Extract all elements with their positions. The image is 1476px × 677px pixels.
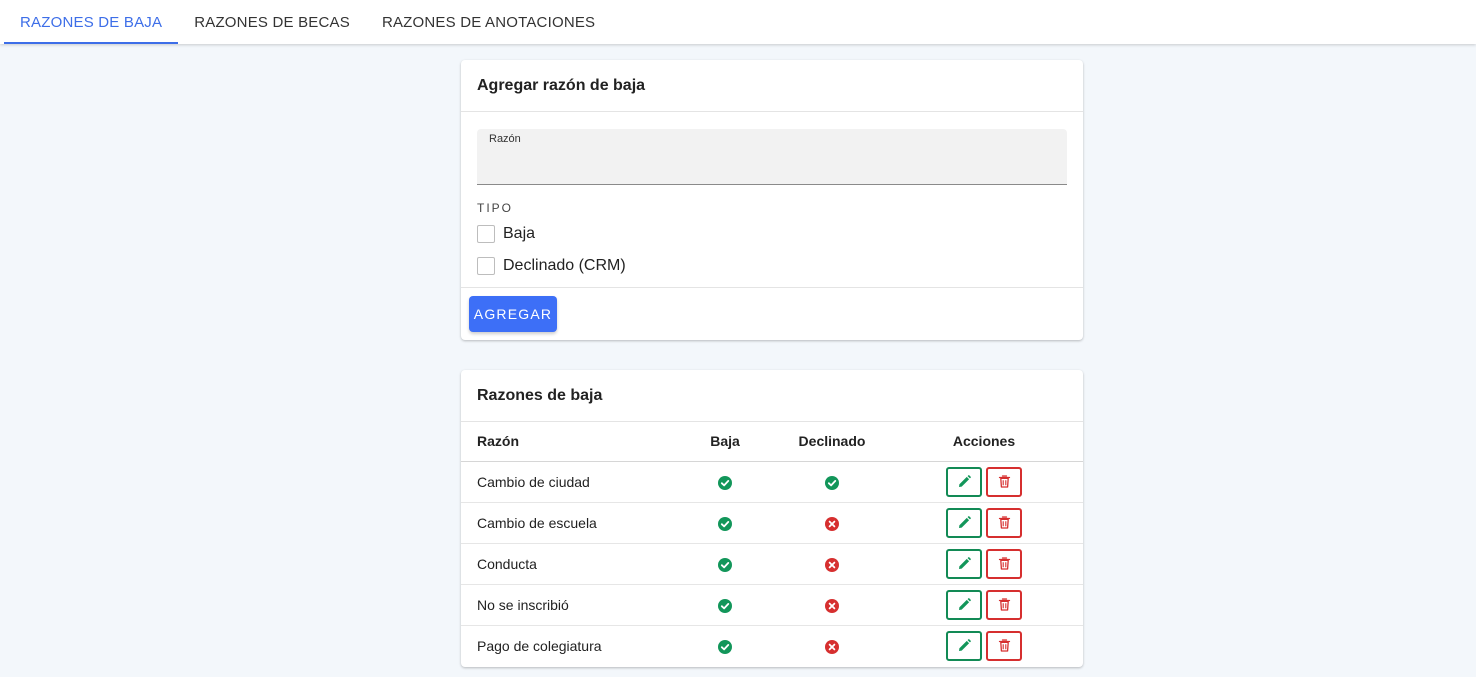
table-row: Conducta bbox=[461, 543, 1083, 585]
declinado-option-label: Declinado (CRM) bbox=[503, 257, 626, 274]
add-reason-card: Agregar razón de baja Razón TIPO Baja De… bbox=[461, 60, 1083, 340]
check-circle-icon bbox=[718, 516, 732, 531]
pencil-icon bbox=[958, 598, 971, 611]
edit-button[interactable] bbox=[946, 466, 982, 497]
reasons-list-title: Razones de baja bbox=[461, 370, 1083, 422]
edit-button[interactable] bbox=[946, 630, 982, 661]
table-row: Cambio de escuela bbox=[461, 502, 1083, 544]
agregar-button[interactable]: AGREGAR bbox=[469, 296, 557, 332]
row-baja-cell bbox=[671, 502, 779, 544]
pencil-icon bbox=[958, 475, 971, 488]
column-header-declinado: Declinado bbox=[779, 422, 885, 462]
row-razon: Conducta bbox=[461, 543, 671, 585]
delete-button[interactable] bbox=[986, 507, 1022, 538]
tab-bar: RAZONES DE BAJA RAZONES DE BECAS RAZONES… bbox=[0, 0, 1476, 44]
razon-field[interactable]: Razón bbox=[477, 129, 1067, 185]
tab-razones-de-baja[interactable]: RAZONES DE BAJA bbox=[4, 0, 179, 44]
pencil-icon bbox=[958, 516, 971, 529]
column-header-acciones: Acciones bbox=[885, 422, 1083, 462]
column-header-razon: Razón bbox=[461, 422, 671, 462]
declinado-option[interactable]: Declinado (CRM) bbox=[477, 257, 626, 275]
x-circle-icon bbox=[825, 639, 839, 654]
table-row: No se inscribió bbox=[461, 584, 1083, 626]
reasons-list-card: Razones de baja Razón Baja Declinado Acc… bbox=[461, 370, 1083, 667]
check-circle-icon bbox=[718, 557, 732, 572]
declinado-checkbox[interactable] bbox=[477, 257, 495, 275]
trash-icon bbox=[998, 557, 1011, 570]
reasons-table: Razón Baja Declinado Acciones Cambio de … bbox=[461, 422, 1083, 666]
tipo-label: TIPO bbox=[477, 201, 514, 215]
row-baja-cell bbox=[671, 461, 779, 503]
row-declinado-cell bbox=[779, 502, 885, 544]
trash-icon bbox=[998, 475, 1011, 488]
row-razon: No se inscribió bbox=[461, 584, 671, 626]
check-circle-icon bbox=[718, 598, 732, 613]
card-actions-divider bbox=[461, 287, 1083, 288]
x-circle-icon bbox=[825, 516, 839, 531]
row-actions-cell bbox=[885, 543, 1083, 585]
baja-checkbox[interactable] bbox=[477, 225, 495, 243]
pencil-icon bbox=[958, 557, 971, 570]
row-actions-cell bbox=[885, 625, 1083, 666]
table-row: Cambio de ciudad bbox=[461, 461, 1083, 503]
razon-input[interactable] bbox=[489, 151, 1049, 177]
row-declinado-cell bbox=[779, 625, 885, 666]
row-baja-cell bbox=[671, 543, 779, 585]
x-circle-icon bbox=[825, 557, 839, 572]
x-circle-icon bbox=[825, 598, 839, 613]
edit-button[interactable] bbox=[946, 548, 982, 579]
delete-button[interactable] bbox=[986, 466, 1022, 497]
check-circle-icon bbox=[825, 475, 839, 490]
delete-button[interactable] bbox=[986, 630, 1022, 661]
add-reason-title: Agregar razón de baja bbox=[461, 60, 1083, 112]
baja-option-label: Baja bbox=[503, 225, 536, 242]
row-actions-cell bbox=[885, 584, 1083, 626]
trash-icon bbox=[998, 639, 1011, 652]
row-razon: Cambio de ciudad bbox=[461, 461, 671, 503]
row-declinado-cell bbox=[779, 543, 885, 585]
edit-button[interactable] bbox=[946, 589, 982, 620]
check-circle-icon bbox=[718, 639, 732, 654]
delete-button[interactable] bbox=[986, 548, 1022, 579]
table-header-row: Razón Baja Declinado Acciones bbox=[461, 422, 1083, 462]
tab-razones-de-anotaciones[interactable]: RAZONES DE ANOTACIONES bbox=[366, 0, 611, 44]
baja-option[interactable]: Baja bbox=[477, 225, 535, 243]
check-circle-icon bbox=[718, 475, 732, 490]
column-header-baja: Baja bbox=[671, 422, 779, 462]
row-razon: Pago de colegiatura bbox=[477, 637, 602, 654]
row-actions-cell bbox=[885, 461, 1083, 503]
row-razon: Cambio de escuela bbox=[461, 502, 671, 544]
row-baja-cell bbox=[671, 625, 779, 666]
razon-field-label: Razón bbox=[489, 133, 521, 145]
trash-icon bbox=[998, 598, 1011, 611]
table-row: Pago de colegiatura bbox=[461, 625, 1083, 666]
row-declinado-cell bbox=[779, 461, 885, 503]
pencil-icon bbox=[958, 639, 971, 652]
delete-button[interactable] bbox=[986, 589, 1022, 620]
row-actions-cell bbox=[885, 502, 1083, 544]
trash-icon bbox=[998, 516, 1011, 529]
tab-razones-de-becas[interactable]: RAZONES DE BECAS bbox=[178, 0, 366, 44]
edit-button[interactable] bbox=[946, 507, 982, 538]
row-baja-cell bbox=[671, 584, 779, 626]
row-declinado-cell bbox=[779, 584, 885, 626]
